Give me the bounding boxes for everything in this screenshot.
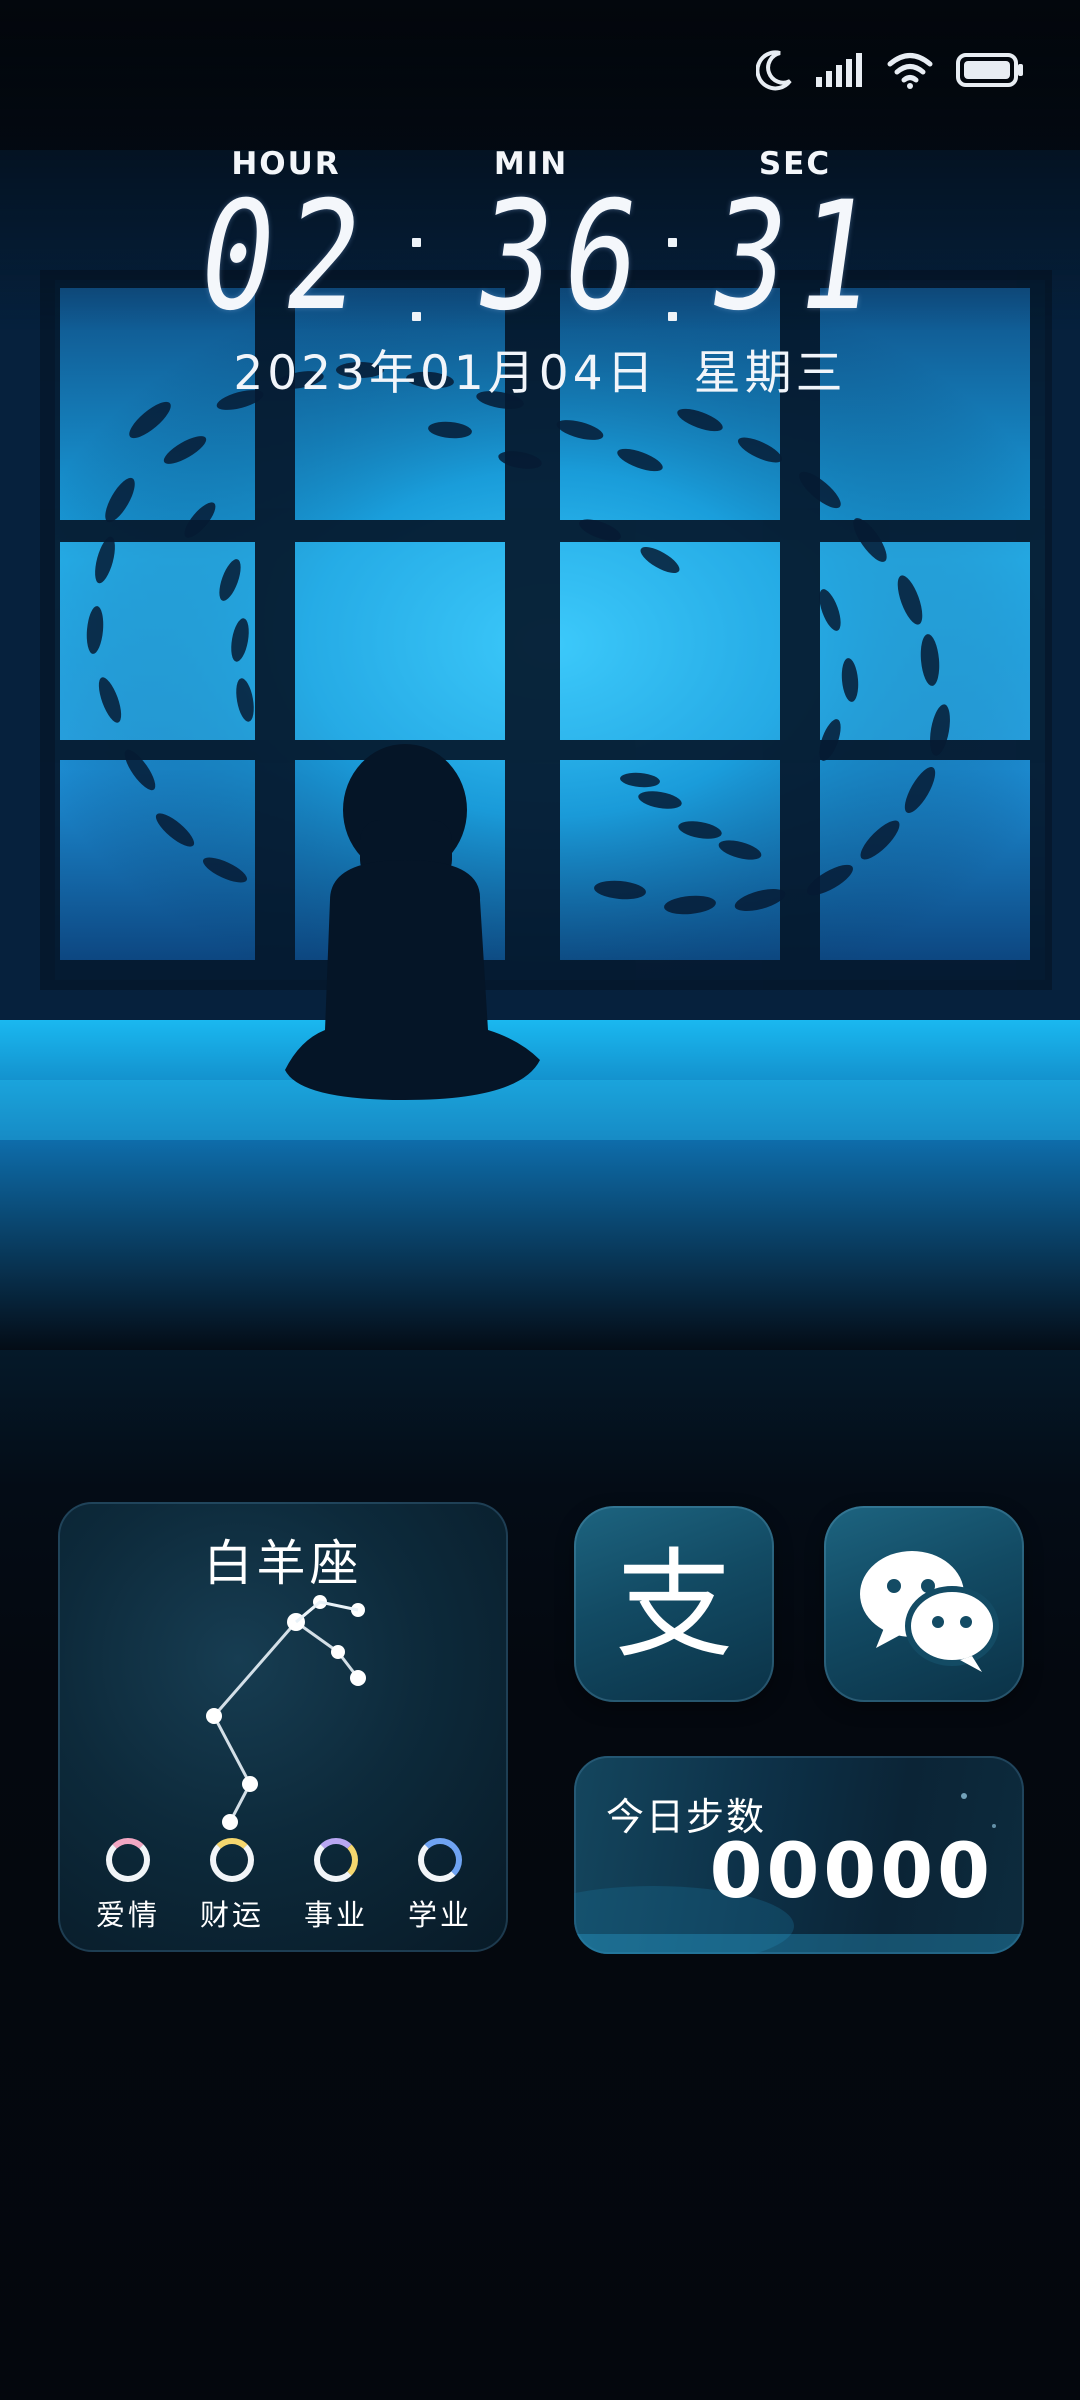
lock-screen: HOUR MIN SEC 02 36 31 2023年01月04日 星期三 白羊座 — [0, 0, 1080, 2400]
fortune-row: 爱情 财运 事业 学业 — [58, 1838, 508, 1938]
clock-colon — [668, 220, 678, 321]
clock-second: 31 — [700, 170, 896, 344]
status-bar — [756, 44, 1024, 96]
study-ring-icon — [418, 1838, 462, 1882]
date-text: 2023年01月04日 — [233, 346, 658, 401]
fortune-career: 事业 — [288, 1838, 384, 1934]
wechat-app-button[interactable] — [824, 1506, 1024, 1702]
clock-hour: 02 — [188, 170, 384, 344]
zodiac-widget[interactable]: 白羊座 爱情 财运 事业 学业 — [58, 1502, 508, 1952]
battery-icon — [956, 53, 1023, 87]
clock-minute: 36 — [466, 170, 662, 344]
wifi-icon — [887, 53, 933, 89]
career-ring-icon — [314, 1838, 358, 1882]
fortune-label: 事业 — [303, 1898, 368, 1932]
alipay-app-button[interactable]: 支 — [574, 1506, 774, 1702]
fortune-label: 学业 — [407, 1898, 472, 1932]
signal-icon — [816, 53, 862, 87]
fortune-label: 财运 — [199, 1898, 264, 1932]
clock-colon — [412, 220, 422, 321]
wechat-icon — [860, 1551, 999, 1672]
steps-count: 00000 — [709, 1826, 994, 1915]
fortune-love: 爱情 — [80, 1838, 176, 1934]
love-ring-icon — [106, 1838, 150, 1882]
fortune-wealth: 财运 — [184, 1838, 280, 1934]
moon-icon — [756, 50, 792, 91]
alipay-glyph: 支 — [615, 1536, 733, 1674]
wealth-ring-icon — [210, 1838, 254, 1882]
fortune-study: 学业 — [392, 1838, 488, 1934]
alipay-icon: 支 — [615, 1536, 733, 1674]
digital-clock: 02 36 31 — [0, 170, 1080, 344]
steps-widget[interactable]: 今日步数 00000 — [574, 1756, 1024, 1954]
weekday-text: 星期三 — [693, 346, 847, 401]
fortune-label: 爱情 — [95, 1898, 160, 1932]
date-line: 2023年01月04日 星期三 — [0, 334, 1080, 403]
